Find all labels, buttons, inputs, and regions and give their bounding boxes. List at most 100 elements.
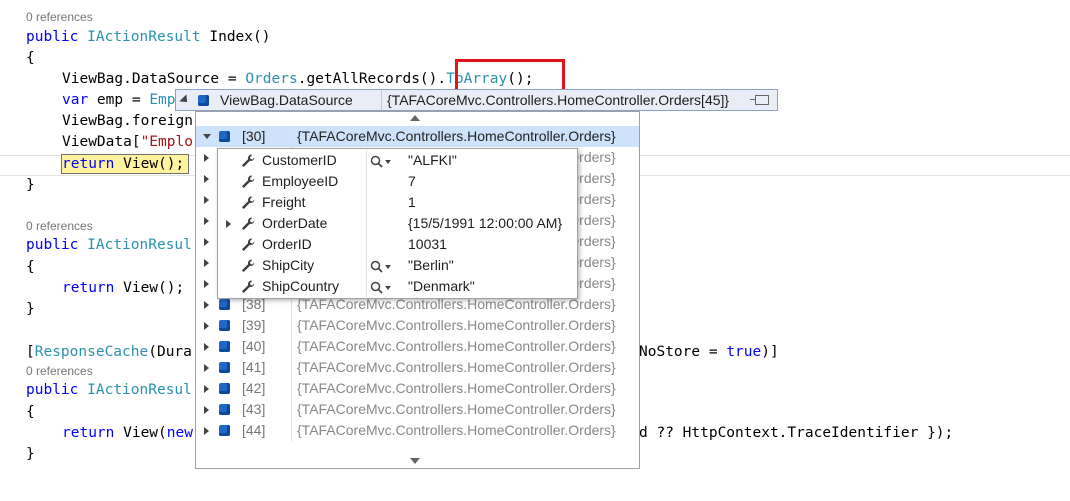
column-separator: [291, 357, 292, 378]
field-row[interactable]: OrderDate {15/5/1991 12:00:00 AM}: [218, 213, 577, 234]
kw-public-2: public: [26, 237, 79, 253]
field-name: OrderID: [262, 236, 312, 252]
wrench-icon: [240, 174, 256, 190]
field-value[interactable]: "Berlin": [408, 255, 454, 276]
code-line-return2: return View();: [62, 278, 184, 298]
field-row[interactable]: ShipCountry "Denmark": [218, 276, 577, 297]
method-index: Index(): [200, 29, 271, 45]
kw-true: true: [726, 344, 762, 360]
field-name: EmployeeID: [262, 173, 339, 189]
code-line-return3: return View(new: [62, 423, 193, 443]
code-line-foreign: ViewBag.foreign: [62, 113, 193, 129]
code-viewdata: ViewData[: [62, 134, 141, 150]
expand-icon[interactable]: [204, 217, 209, 225]
codelens-references-3[interactable]: 0 references: [26, 363, 93, 379]
code-attr-close: )]: [761, 344, 779, 360]
expand-icon[interactable]: [204, 154, 209, 162]
expand-icon[interactable]: [204, 322, 209, 330]
array-row[interactable]: [43] {TAFACoreMvc.Controllers.HomeControl…: [196, 399, 639, 420]
expand-icon[interactable]: [204, 343, 209, 351]
column-separator: [291, 399, 292, 420]
field-value[interactable]: "Denmark": [408, 276, 475, 297]
code-line-return3-tail: d ?? HttpContext.TraceIdentifier });: [639, 425, 954, 441]
text-visualizer-icon[interactable]: [370, 154, 392, 168]
object-cube-icon: [219, 404, 230, 415]
array-value: {TAFACoreMvc.Controllers.HomeController.…: [297, 128, 616, 144]
code-viewbag: ViewBag.DataSource =: [62, 71, 246, 87]
expand-icon[interactable]: [204, 196, 209, 204]
field-value[interactable]: "ALFKI": [408, 150, 457, 171]
array-row[interactable]: [41] {TAFACoreMvc.Controllers.HomeControl…: [196, 357, 639, 378]
scroll-down-icon[interactable]: [410, 458, 420, 464]
codelens-references[interactable]: 0 references: [26, 9, 93, 25]
kw-return: return: [62, 156, 115, 172]
code-view-call-3: View(: [114, 425, 167, 441]
column-separator: [291, 420, 292, 441]
text-visualizer-icon[interactable]: [370, 280, 392, 294]
pin-icon[interactable]: [750, 95, 769, 105]
field-row[interactable]: Freight 1: [218, 192, 577, 213]
field-value[interactable]: {15/5/1991 12:00:00 AM}: [408, 213, 562, 234]
field-row[interactable]: CustomerID "ALFKI": [218, 150, 577, 171]
expand-open-icon[interactable]: [179, 94, 191, 106]
code-view-call-2: View();: [114, 280, 185, 296]
object-cube-icon: [198, 95, 209, 106]
object-cube-icon: [219, 320, 230, 331]
array-row[interactable]: [40] {TAFACoreMvc.Controllers.HomeControl…: [196, 336, 639, 357]
code-line-method2: public IActionResul: [26, 235, 192, 255]
kw-return-3: return: [62, 425, 115, 441]
object-cube-icon: [219, 299, 230, 310]
field-name: ShipCity: [262, 257, 315, 273]
array-index: [43]: [242, 401, 266, 417]
column-separator: [291, 126, 292, 147]
expand-icon[interactable]: [204, 427, 209, 435]
expand-open-icon[interactable]: [203, 134, 211, 139]
column-separator: [291, 315, 292, 336]
array-value: {TAFACoreMvc.Controllers.HomeController.…: [297, 380, 616, 396]
codelens-references-2[interactable]: 0 references: [26, 218, 93, 234]
array-row[interactable]: [30] {TAFACoreMvc.Controllers.HomeControl…: [196, 126, 639, 147]
expand-icon[interactable]: [204, 301, 209, 309]
expand-icon[interactable]: [204, 175, 209, 183]
expand-icon[interactable]: [204, 280, 209, 288]
array-value: {TAFACoreMvc.Controllers.HomeController.…: [297, 338, 616, 354]
object-cube-icon: [219, 362, 230, 373]
type-iactionresult-3: IActionResul: [87, 382, 192, 398]
text-visualizer-icon[interactable]: [370, 259, 392, 273]
expand-icon[interactable]: [204, 238, 209, 246]
code-getall: .getAllRecords().: [297, 71, 447, 87]
datatip-header[interactable]: ViewBag.DataSource {TAFACoreMvc.Controll…: [175, 89, 778, 111]
wrench-icon: [240, 279, 256, 295]
field-row[interactable]: OrderID 10031: [218, 234, 577, 255]
scroll-up-icon[interactable]: [410, 115, 420, 121]
column-separator: [366, 192, 367, 213]
array-row[interactable]: [42] {TAFACoreMvc.Controllers.HomeControl…: [196, 378, 639, 399]
code-brace: {: [26, 50, 35, 66]
field-value[interactable]: 1: [408, 192, 416, 213]
expand-icon[interactable]: [204, 385, 209, 393]
datatip-object-fields[interactable]: CustomerID "ALFKI" EmployeeID 7 Freight 1 Orde…: [217, 148, 578, 299]
code-brace-close-2: }: [26, 301, 35, 317]
code-line-emp: var emp = Emp: [62, 90, 176, 110]
expand-icon[interactable]: [226, 220, 231, 228]
field-value[interactable]: 7: [408, 171, 416, 192]
code-viewdata-string: "Emplo: [140, 134, 193, 150]
kw-return-2: return: [62, 280, 115, 296]
expand-icon[interactable]: [204, 364, 209, 372]
code-line-method3: public IActionResul: [26, 380, 192, 400]
wrench-icon: [240, 237, 256, 253]
array-value: {TAFACoreMvc.Controllers.HomeController.…: [297, 401, 616, 417]
wrench-icon: [240, 258, 256, 274]
kw-public: public: [26, 29, 79, 45]
array-row[interactable]: [39] {TAFACoreMvc.Controllers.HomeControl…: [196, 315, 639, 336]
column-separator: [366, 150, 367, 171]
field-row[interactable]: ShipCity "Berlin": [218, 255, 577, 276]
expand-icon[interactable]: [204, 259, 209, 267]
array-row[interactable]: [44] {TAFACoreMvc.Controllers.HomeControl…: [196, 420, 639, 441]
field-value[interactable]: 10031: [408, 234, 447, 255]
expand-icon[interactable]: [204, 406, 209, 414]
field-name: OrderDate: [262, 215, 328, 231]
field-row[interactable]: EmployeeID 7: [218, 171, 577, 192]
field-name: ShipCountry: [262, 278, 340, 294]
code-line-viewdata: ViewData["Emplo: [62, 132, 193, 152]
